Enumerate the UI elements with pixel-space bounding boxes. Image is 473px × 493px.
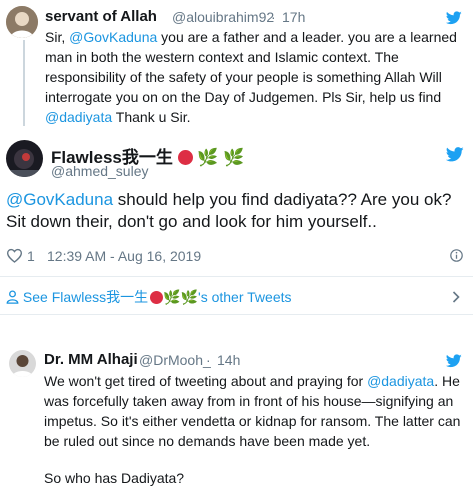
- tweet-text-second-paragraph: So who has Dadiyata?: [44, 470, 185, 486]
- tweet-author-name[interactable]: servant of Allah: [45, 8, 157, 25]
- chevron-right-icon[interactable]: [452, 291, 460, 303]
- red-circle-emoji: [150, 291, 164, 304]
- divider: [0, 314, 473, 315]
- main-tweet-body: @GovKaduna should help you find dadiyata…: [6, 189, 466, 233]
- herb-emoji-icon: 🌿: [197, 148, 219, 167]
- mention-link[interactable]: @dadiyata: [45, 109, 112, 125]
- avatar[interactable]: [9, 350, 36, 377]
- tweet-body: We won't get tired of tweeting about and…: [44, 371, 464, 451]
- tweet-body: Sir, @GovKaduna you are a father and a l…: [45, 27, 460, 127]
- separator-dot: ·: [271, 9, 276, 25]
- herb-emoji-icon: 🌿: [180, 289, 199, 305]
- tweet-text: Sir,: [45, 29, 70, 45]
- mention-link[interactable]: @dadiyata: [367, 373, 434, 389]
- herb-emoji-icon: 🌿: [163, 289, 181, 305]
- see-other-suffix[interactable]: 's other Tweets: [198, 289, 291, 305]
- tweet-author-handle[interactable]: @ahmed_suley: [51, 163, 149, 179]
- twitter-bird-icon[interactable]: [446, 11, 462, 25]
- tweet-author-handle[interactable]: @alouibrahim92: [172, 9, 274, 25]
- tweet-time[interactable]: 14h: [217, 352, 240, 368]
- person-icon: [6, 290, 19, 304]
- red-circle-emoji: [177, 150, 193, 165]
- divider: [0, 276, 473, 277]
- tweet-author-name[interactable]: Dr. MM Alhaji: [44, 351, 138, 368]
- heart-icon[interactable]: [6, 248, 23, 263]
- separator-dot: ·: [206, 352, 211, 368]
- herb-emoji-icon: 🌿: [223, 148, 245, 167]
- twitter-bird-icon[interactable]: [446, 147, 464, 162]
- thread-line: [23, 40, 25, 126]
- avatar[interactable]: [6, 6, 38, 38]
- mention-link[interactable]: @GovKaduna: [69, 29, 157, 45]
- like-count[interactable]: 1: [27, 248, 35, 264]
- tweet-timestamp[interactable]: 12:39 AM - Aug 16, 2019: [47, 248, 201, 264]
- avatar[interactable]: [6, 140, 43, 177]
- tweet-time[interactable]: 17h: [282, 9, 305, 25]
- twitter-bird-icon[interactable]: [446, 354, 462, 368]
- mention-link[interactable]: @GovKaduna: [6, 190, 113, 209]
- see-other-prefix[interactable]: See Flawless我一生: [23, 289, 148, 305]
- tweet-text: Thank u Sir.: [112, 109, 191, 125]
- see-other-tweets-link[interactable]: See Flawless我一生 🌿🌿's other Tweets: [6, 287, 292, 307]
- info-icon[interactable]: [450, 249, 463, 262]
- tweet-author-handle[interactable]: @DrMooh_: [139, 352, 211, 368]
- tweet-text: We won't get tired of tweeting about and…: [44, 373, 368, 389]
